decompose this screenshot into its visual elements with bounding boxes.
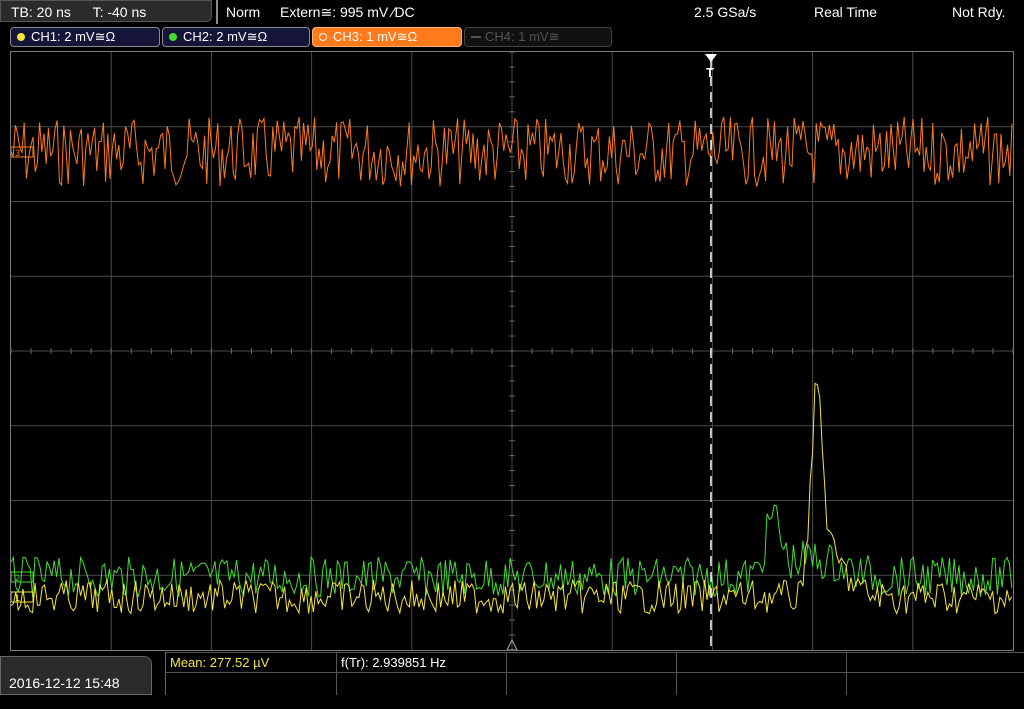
ch4-indicator-icon xyxy=(471,36,481,38)
run-status: Not Rdy. xyxy=(952,4,1006,20)
channel-bar: CH1: 2 mV≅Ω CH2: 2 mV≅Ω CH3: 1 mV≅Ω CH4:… xyxy=(0,26,1024,48)
timebase-value: TB: 20 ns xyxy=(11,4,71,20)
sample-rate: 2.5 GSa/s xyxy=(694,4,757,20)
measurement-table[interactable]: Mean: 277.52 µV f(Tr): 2.939851 Hz xyxy=(165,652,1024,695)
trigger-mode[interactable]: Norm xyxy=(226,0,260,24)
trigger-source[interactable]: Extern≅: 995 mV ∕DC xyxy=(280,0,415,24)
ch4-label: CH4: 1 mV≅ xyxy=(485,29,560,44)
divider xyxy=(216,0,218,24)
ch1-indicator-icon xyxy=(17,33,25,41)
ch1-trace xyxy=(11,382,1013,615)
channel-1-button[interactable]: CH1: 2 mV≅Ω xyxy=(10,27,160,47)
timebase-panel[interactable]: TB: 20 ns T: -40 ns xyxy=(0,0,212,22)
trigger-marker-label: T xyxy=(706,65,714,80)
trigger-arrow-icon xyxy=(705,54,717,62)
ch2-label: CH2: 2 mV≅Ω xyxy=(183,29,268,44)
ch1-label: CH1: 2 mV≅Ω xyxy=(31,29,116,44)
ch2-indicator-icon xyxy=(169,33,177,41)
top-status-bar: TB: 20 ns T: -40 ns Norm Extern≅: 995 mV… xyxy=(0,0,1024,24)
channel-3-button[interactable]: CH3: 1 mV≅Ω xyxy=(312,27,462,47)
channel-4-button[interactable]: CH4: 1 mV≅ xyxy=(464,27,612,47)
date-time: 2016-12-12 15:48 xyxy=(0,656,152,695)
trigger-time-value: T: -40 ns xyxy=(92,4,147,20)
mean-measurement: Mean: 277.52 µV xyxy=(170,655,270,670)
frequency-measurement: f(Tr): 2.939851 Hz xyxy=(341,655,447,670)
waveform-display[interactable]: T 3 2 1 xyxy=(10,51,1014,651)
ch1-level-marker-label: 1 xyxy=(15,593,20,603)
waveform-canvas: T 3 2 1 xyxy=(11,52,1013,650)
ch3-level-marker-label: 3 xyxy=(15,148,20,158)
ch3-label: CH3: 1 mV≅Ω xyxy=(333,29,418,44)
channel-2-button[interactable]: CH2: 2 mV≅Ω xyxy=(162,27,310,47)
ch3-indicator-icon xyxy=(319,33,327,41)
acquisition-mode: Real Time xyxy=(814,4,878,20)
ch2-level-marker-label: 2 xyxy=(15,573,20,583)
bottom-bar: 2016-12-12 15:48 Mean: 277.52 µV f(Tr): … xyxy=(0,652,1024,695)
